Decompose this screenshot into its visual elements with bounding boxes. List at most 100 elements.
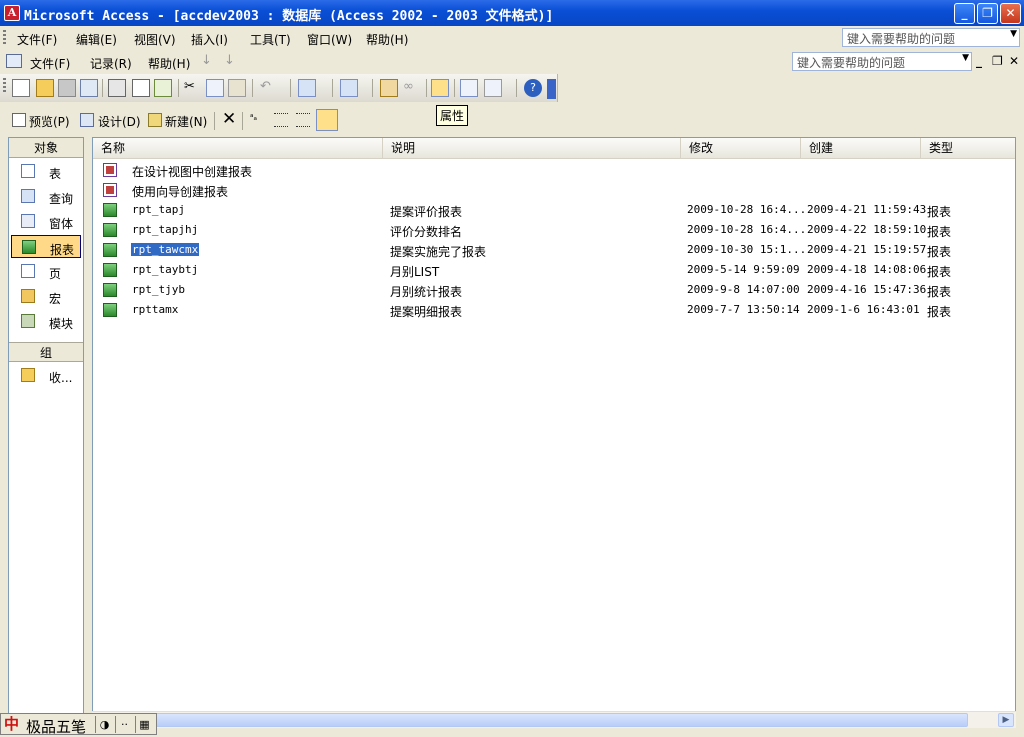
scrollbar-thumb[interactable] [152, 713, 968, 727]
new-file-icon[interactable] [12, 79, 30, 97]
half-width-icon[interactable]: ◑ [95, 716, 113, 733]
preview-button[interactable]: 预览(P) [29, 113, 70, 130]
analyze-icon[interactable] [340, 79, 358, 97]
menu-insert[interactable]: 插入(I) [191, 31, 228, 48]
favorites-icon [21, 368, 35, 382]
column-name[interactable]: 名称 [93, 138, 383, 159]
report-name: rpt_tapjhj [132, 223, 199, 236]
groups-header[interactable]: 组 [9, 342, 83, 362]
save-icon[interactable] [58, 79, 76, 97]
punctuation-icon[interactable]: ·· [115, 716, 133, 733]
ime-logo[interactable]: 中 [4, 716, 22, 733]
standard-toolbar: ✂ ↶ ∞ ? [0, 74, 558, 102]
window-title: Microsoft Access - [accdev2003 : 数据库 (Ac… [24, 9, 554, 24]
group-label: 收... [49, 371, 73, 385]
new-object-icon[interactable] [484, 79, 502, 97]
doc-close-button[interactable]: ✕ [1009, 54, 1019, 68]
soft-keyboard-icon[interactable]: ▦ [135, 716, 153, 733]
menu-tools[interactable]: 工具(T) [250, 31, 291, 48]
spelling-icon[interactable] [154, 79, 172, 97]
menu-view[interactable]: 视图(V) [134, 31, 176, 48]
cut-icon[interactable]: ✂ [184, 79, 202, 97]
grip-handle[interactable] [3, 30, 6, 46]
ime-name[interactable]: 极品五笔 [26, 716, 86, 737]
shortcut-design-view[interactable]: 在设计视图中创建报表 [93, 160, 1015, 180]
object-pages[interactable]: 页 [11, 260, 81, 283]
object-forms[interactable]: 窗体 [11, 210, 81, 233]
column-description[interactable]: 说明 [383, 138, 681, 159]
module-icon [21, 314, 35, 328]
doc-menu-records[interactable]: 记录(R) [90, 55, 132, 72]
paste-icon[interactable] [228, 79, 246, 97]
table-row[interactable]: rpt_tapjhj 评价分数排名 2009-10-28 16:4... 200… [93, 220, 1015, 240]
link-icon[interactable]: ∞ [403, 79, 421, 97]
list-icon[interactable] [296, 113, 310, 127]
document-icon[interactable] [6, 54, 22, 68]
restore-button[interactable]: ❐ [977, 3, 998, 24]
sort-descending-icon: ↓ [224, 53, 235, 68]
properties-icon[interactable] [431, 79, 449, 97]
new-button[interactable]: 新建(N) [165, 113, 207, 130]
delete-icon[interactable]: ✕ [222, 109, 236, 129]
report-created: 2009-4-22 18:59:10 [807, 223, 927, 236]
toolbar-separator [426, 79, 427, 97]
report-name: rpt_tjyb [132, 283, 185, 296]
menu-edit[interactable]: 编辑(E) [76, 31, 117, 48]
report-icon [103, 263, 117, 277]
scroll-right-icon[interactable]: ▶ [998, 713, 1014, 727]
menu-file[interactable]: 文件(F) [17, 31, 57, 48]
object-queries[interactable]: 查询 [11, 185, 81, 208]
object-label: 宏 [49, 292, 62, 306]
doc-minimize-button[interactable]: _ [976, 54, 982, 68]
horizontal-scrollbar[interactable]: ▶ [92, 711, 1016, 728]
object-modules[interactable]: 模块 [11, 310, 81, 333]
object-reports[interactable]: 报表 [11, 235, 81, 258]
shortcut-wizard[interactable]: 使用向导创建报表 [93, 180, 1015, 200]
toolbar-separator [454, 79, 455, 97]
office-links-icon[interactable] [298, 79, 316, 97]
details-icon[interactable] [316, 109, 338, 131]
group-favorites[interactable]: 收... [11, 364, 81, 387]
close-button[interactable]: ✕ [1000, 3, 1021, 24]
code-icon[interactable] [380, 79, 398, 97]
doc-menu-file[interactable]: 文件(F) [30, 55, 70, 72]
doc-help-question-box[interactable]: 键入需要帮助的问题 ▼ [792, 52, 972, 71]
relationships-icon[interactable] [460, 79, 478, 97]
print-icon[interactable] [108, 79, 126, 97]
table-row[interactable]: rpt_tjyb 月别统计报表 2009-9-8 14:07:00 2009-4… [93, 280, 1015, 300]
minimize-button[interactable]: _ [954, 3, 975, 24]
doc-restore-button[interactable]: ❐ [992, 54, 1003, 68]
undo-icon[interactable]: ↶ [260, 79, 278, 97]
table-row[interactable]: rpt_taybtj 月别LIST 2009-5-14 9:59:09 2009… [93, 260, 1015, 280]
table-row[interactable]: rpttamx 提案明细报表 2009-7-7 13:50:14 2009-1-… [93, 300, 1015, 320]
toolbar-grip[interactable] [3, 78, 6, 94]
small-icons-icon[interactable] [274, 113, 288, 127]
toolbar-options-icon[interactable] [547, 79, 556, 99]
open-folder-icon[interactable] [36, 79, 54, 97]
help-question-box[interactable]: 键入需要帮助的问题 ▼ [842, 28, 1020, 47]
dropdown-arrow-icon[interactable]: ▼ [1010, 29, 1017, 39]
object-macros[interactable]: 宏 [11, 285, 81, 308]
dropdown-arrow-icon[interactable]: ▼ [962, 53, 969, 63]
object-label: 表 [49, 167, 62, 181]
copy-icon[interactable] [206, 79, 224, 97]
column-created[interactable]: 创建 [801, 138, 921, 159]
column-type[interactable]: 类型 [921, 138, 1015, 159]
access-key-icon[interactable]: A [4, 5, 20, 21]
doc-menu-help[interactable]: 帮助(H) [148, 55, 190, 72]
shortcut-label: 使用向导创建报表 [132, 185, 229, 199]
menu-help[interactable]: 帮助(H) [366, 31, 408, 48]
print-preview-icon[interactable] [132, 79, 150, 97]
design-button[interactable]: 设计(D) [98, 113, 141, 130]
report-name: rpttamx [132, 303, 179, 316]
help-icon[interactable]: ? [524, 79, 542, 97]
search-icon[interactable] [80, 79, 98, 97]
menu-window[interactable]: 窗口(W) [307, 31, 352, 48]
column-modified[interactable]: 修改 [681, 138, 801, 159]
objects-header[interactable]: 对象 [9, 138, 83, 158]
table-row[interactable]: rpt_tapj 提案评价报表 2009-10-28 16:4... 2009-… [93, 200, 1015, 220]
table-row-selected[interactable]: rpt_tawcmx 提案实施完了报表 2009-10-30 15:1... 2… [93, 240, 1015, 260]
large-icons-icon[interactable]: ᵃₐ [250, 113, 264, 127]
object-tables[interactable]: 表 [11, 160, 81, 183]
report-description: 评价分数排名 [390, 225, 463, 239]
